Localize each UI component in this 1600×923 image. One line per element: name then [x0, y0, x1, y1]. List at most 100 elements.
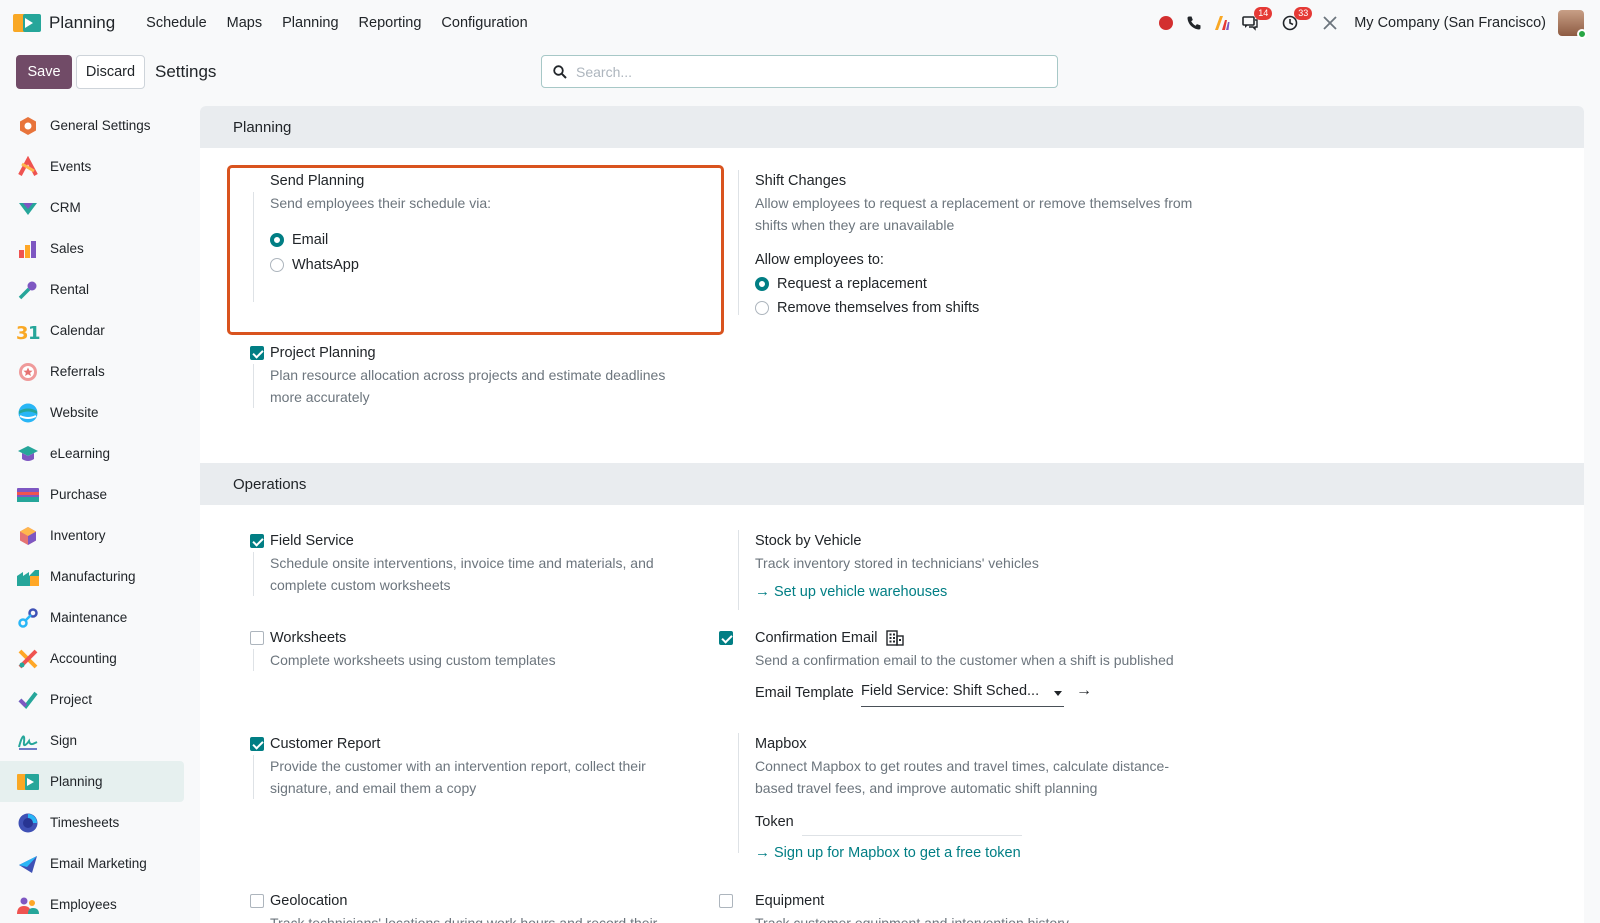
sidebar-item-inventory[interactable]: Inventory [0, 515, 184, 556]
employees-icon [16, 893, 40, 917]
equipment-checkbox[interactable] [719, 894, 733, 908]
geolocation-checkbox[interactable] [250, 894, 264, 908]
sales-icon [16, 237, 40, 261]
settings-sidebar: General Settings Events CRM Sales Rental… [0, 105, 184, 923]
geolocation-title: Geolocation [270, 893, 348, 909]
sidebar-item-rental[interactable]: Rental [0, 269, 184, 310]
sidebar-item-crm[interactable]: CRM [0, 187, 184, 228]
setting-customer-report: Customer Report Provide the customer wit… [241, 733, 711, 803]
mapbox-desc: Connect Mapbox to get routes and travel … [755, 758, 1169, 796]
maintenance-icon [16, 606, 40, 630]
setting-worksheets: Worksheets Complete worksheets using cus… [241, 627, 711, 687]
equipment-desc: Track customer equipment and interventio… [755, 915, 1069, 923]
sidebar-item-referrals[interactable]: Referrals [0, 351, 184, 392]
menu-planning[interactable]: Planning [272, 15, 348, 31]
sidebar-item-manufacturing[interactable]: Manufacturing [0, 556, 184, 597]
sidebar-item-elearning[interactable]: eLearning [0, 433, 184, 474]
sidebar-item-accounting[interactable]: Accounting [0, 638, 184, 679]
app-name: Planning [49, 13, 116, 32]
external-link-arrow-icon[interactable]: → [1076, 682, 1092, 700]
sidebar-item-maintenance[interactable]: Maintenance [0, 597, 184, 638]
sidebar-item-purchase[interactable]: Purchase [0, 474, 184, 515]
project-planning-title: Project Planning [270, 345, 376, 361]
rental-icon [16, 278, 40, 302]
online-status-icon [1577, 29, 1587, 39]
field-service-checkbox[interactable] [250, 534, 264, 548]
customer-report-desc: Provide the customer with an interventio… [270, 758, 646, 796]
sidebar-item-timesheets[interactable]: Timesheets [0, 802, 184, 843]
equipment-title: Equipment [755, 893, 825, 909]
radio-request-replacement[interactable]: Request a replacement [755, 272, 1195, 296]
email-template-select[interactable]: Field Service: Shift Sched... [861, 683, 1064, 707]
sidebar-item-employees[interactable]: Employees [0, 884, 184, 923]
general-settings-icon [16, 114, 40, 138]
svg-text:3: 3 [16, 323, 29, 342]
radio-remove-from-shifts[interactable]: Remove themselves from shifts [755, 296, 1195, 320]
shift-changes-title: Shift Changes [755, 173, 847, 189]
menu-schedule[interactable]: Schedule [136, 15, 216, 31]
user-avatar[interactable] [1558, 10, 1587, 39]
stock-by-vehicle-title: Stock by Vehicle [755, 533, 862, 549]
geolocation-desc: Track technicians' locations during work… [270, 915, 658, 923]
company-building-icon [885, 630, 904, 646]
sidebar-item-sales[interactable]: Sales [0, 228, 184, 269]
app-brand[interactable]: Planning [13, 11, 115, 35]
manufacturing-icon [16, 565, 40, 589]
vehicle-warehouses-link[interactable]: → Set up vehicle warehouses [755, 583, 1195, 600]
token-input[interactable] [802, 812, 1022, 836]
customer-report-checkbox[interactable] [250, 737, 264, 751]
referrals-icon [16, 360, 40, 384]
sidebar-item-planning[interactable]: Planning [0, 761, 184, 802]
menu-configuration[interactable]: Configuration [431, 15, 537, 31]
save-button[interactable]: Save [16, 55, 72, 89]
menu-maps[interactable]: Maps [217, 15, 272, 31]
sidebar-item-email-marketing[interactable]: Email Marketing [0, 843, 184, 884]
phone-icon[interactable] [1180, 9, 1208, 37]
arrow-right-icon: → [755, 583, 770, 600]
radio-remove-from-shifts-button[interactable] [755, 301, 769, 315]
accounting-icon [16, 647, 40, 671]
sidebar-item-project[interactable]: Project [0, 679, 184, 720]
planning-icon [16, 770, 40, 794]
settings-content: Planning Send Planning Send employees th… [200, 106, 1584, 923]
messages-icon[interactable]: 14 [1236, 7, 1273, 37]
project-planning-checkbox[interactable] [250, 346, 264, 360]
worksheets-checkbox[interactable] [250, 631, 264, 645]
svg-text:1: 1 [28, 323, 40, 342]
project-planning-desc: Plan resource allocation across projects… [270, 367, 666, 405]
setting-equipment: Equipment Track customer equipment and i… [719, 890, 1206, 923]
radio-request-replacement-button[interactable] [755, 277, 769, 291]
timesheets-icon [16, 811, 40, 835]
menu-reporting[interactable]: Reporting [349, 15, 432, 31]
discard-button[interactable]: Discard [76, 55, 145, 89]
sidebar-item-sign[interactable]: Sign [0, 720, 184, 761]
sidebar-item-calendar[interactable]: 31 Calendar [0, 310, 184, 351]
email-marketing-icon [16, 852, 40, 876]
ai-icon[interactable] [1208, 9, 1236, 37]
sidebar-item-general-settings[interactable]: General Settings [0, 105, 184, 146]
elearning-icon [16, 442, 40, 466]
allow-employees-label: Allow employees to: [755, 252, 884, 268]
clock-icon[interactable]: 33 [1276, 7, 1313, 37]
setting-shift-changes: Shift Changes Allow employees to request… [726, 170, 1206, 330]
confirmation-email-checkbox[interactable] [719, 631, 733, 645]
shift-changes-desc: Allow employees to request a replacement… [755, 195, 1193, 233]
sidebar-item-website[interactable]: Website [0, 392, 184, 433]
search-box[interactable] [541, 55, 1058, 88]
crm-icon [16, 196, 40, 220]
record-icon[interactable] [1152, 9, 1180, 37]
confirmation-email-desc: Send a confirmation email to the custome… [755, 652, 1174, 668]
chevron-down-icon [1054, 691, 1062, 696]
company-switcher[interactable]: My Company (San Francisco) [1354, 15, 1546, 31]
field-service-desc: Schedule onsite interventions, invoice t… [270, 555, 654, 593]
setting-field-service: Field Service Schedule onsite interventi… [241, 530, 711, 600]
search-input[interactable] [576, 63, 1036, 80]
systray: 14 33 My Company (San Francisco) [1152, 0, 1600, 46]
section-header-planning: Planning [200, 106, 1584, 148]
calendar-icon: 31 [16, 319, 40, 343]
setting-project-planning: Project Planning Plan resource allocatio… [241, 342, 711, 412]
tools-icon[interactable] [1316, 9, 1344, 37]
mapbox-signup-link[interactable]: → Sign up for Mapbox to get a free token [755, 844, 1021, 861]
sidebar-item-events[interactable]: Events [0, 146, 184, 187]
setting-stock-by-vehicle: Stock by Vehicle Track inventory stored … [726, 530, 1206, 610]
